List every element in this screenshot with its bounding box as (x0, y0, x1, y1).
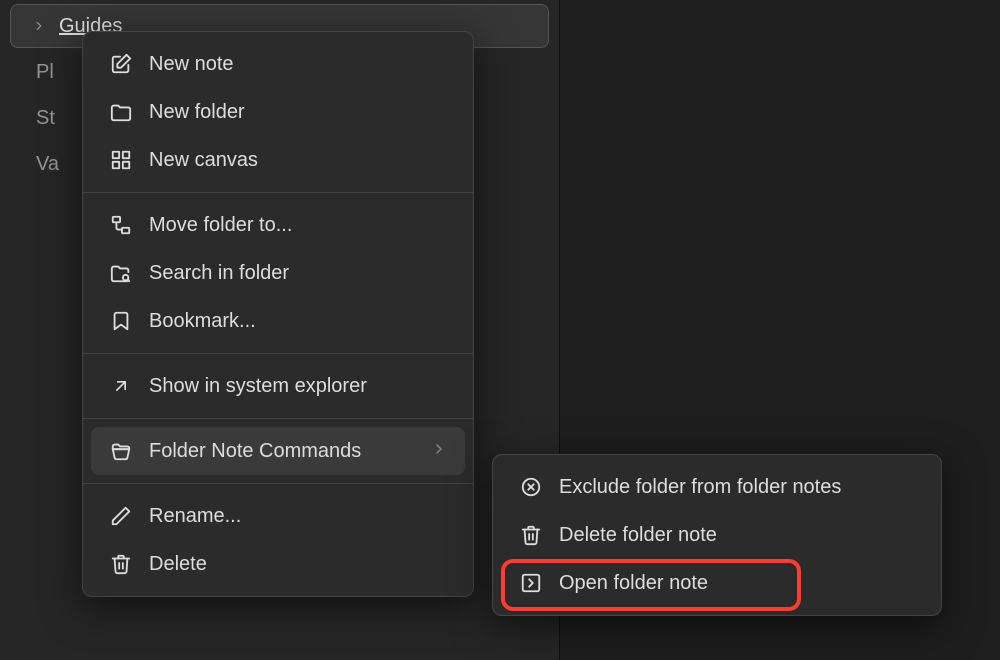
menu-move-folder[interactable]: Move folder to... (91, 201, 465, 249)
menu-show-explorer[interactable]: Show in system explorer (91, 362, 465, 410)
menu-label: Rename... (149, 505, 447, 528)
menu-separator (83, 353, 473, 354)
submenu-exclude[interactable]: Exclude folder from folder notes (501, 463, 933, 511)
menu-label: Delete folder note (559, 524, 915, 547)
menu-label: New note (149, 53, 447, 76)
menu-separator (83, 418, 473, 419)
menu-new-folder[interactable]: New folder (91, 88, 465, 136)
menu-label: Exclude folder from folder notes (559, 476, 915, 499)
edit-icon (109, 52, 133, 76)
folder-label: St (36, 107, 55, 130)
menu-rename[interactable]: Rename... (91, 492, 465, 540)
folder-open-icon (109, 439, 133, 463)
menu-new-canvas[interactable]: New canvas (91, 136, 465, 184)
folder-icon (109, 100, 133, 124)
submenu-delete-note[interactable]: Delete folder note (501, 511, 933, 559)
trash-icon (519, 523, 543, 547)
menu-label: Folder Note Commands (149, 440, 431, 463)
menu-label: Search in folder (149, 262, 447, 285)
folder-label: Pl (36, 61, 54, 84)
annotation-highlight (501, 559, 801, 611)
menu-search-folder[interactable]: Search in folder (91, 249, 465, 297)
chevron-right-icon (431, 440, 447, 463)
folder-context-menu: New note New folder New canvas Move fold… (82, 31, 474, 597)
menu-separator (83, 483, 473, 484)
folder-tree-icon (109, 213, 133, 237)
layout-grid-icon (109, 148, 133, 172)
menu-delete[interactable]: Delete (91, 540, 465, 588)
folder-label: Va (36, 153, 59, 176)
arrow-up-right-icon (109, 374, 133, 398)
menu-separator (83, 192, 473, 193)
bookmark-icon (109, 309, 133, 333)
menu-label: New canvas (149, 149, 447, 172)
pencil-icon (109, 504, 133, 528)
menu-label: Bookmark... (149, 310, 447, 333)
menu-label: Show in system explorer (149, 375, 447, 398)
menu-label: Move folder to... (149, 214, 447, 237)
menu-label: New folder (149, 101, 447, 124)
trash-icon (109, 552, 133, 576)
x-circle-icon (519, 475, 543, 499)
menu-bookmark[interactable]: Bookmark... (91, 297, 465, 345)
menu-folder-note-commands[interactable]: Folder Note Commands (91, 427, 465, 475)
menu-new-note[interactable]: New note (91, 40, 465, 88)
menu-label: Delete (149, 553, 447, 576)
folder-search-icon (109, 261, 133, 285)
chevron-right-icon (31, 18, 47, 34)
folder-note-submenu: Exclude folder from folder notes Delete … (492, 454, 942, 616)
